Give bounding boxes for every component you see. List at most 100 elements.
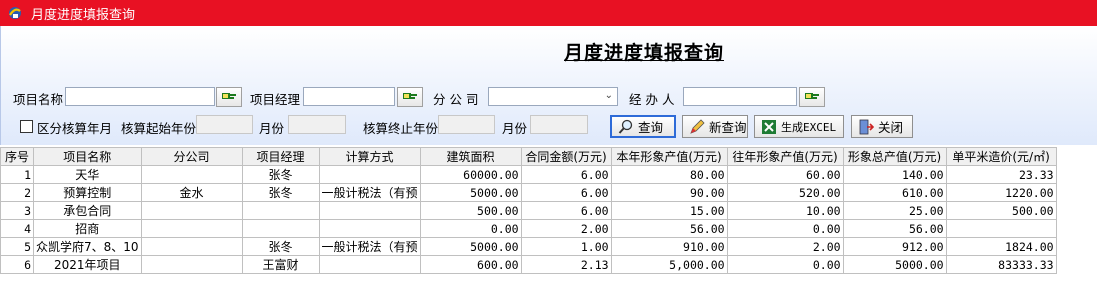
split-by-period-checkbox[interactable] [20,120,33,133]
table-cell[interactable]: 1824.00 [945,237,1057,256]
start-year-input[interactable] [196,115,253,134]
table-cell[interactable]: 0.00 [726,219,844,238]
column-header[interactable]: 往年形象产值(万元) [726,147,844,166]
table-cell[interactable]: 6.00 [520,183,612,202]
column-header[interactable]: 本年形象产值(万元) [610,147,728,166]
table-cell[interactable]: 3 [0,201,34,220]
handler-lookup-button[interactable] [799,87,825,107]
table-cell[interactable]: 500.00 [945,201,1057,220]
table-cell[interactable]: 520.00 [726,183,844,202]
table-cell[interactable]: 0.00 [726,255,844,274]
branch-select[interactable]: ⌄ [488,87,618,106]
table-cell[interactable]: 6.00 [520,201,612,220]
table-cell[interactable]: 张冬 [241,237,320,256]
table-cell[interactable]: 5000.00 [419,237,522,256]
table-cell[interactable]: 王富财 [241,255,320,274]
table-cell[interactable]: 610.00 [842,183,947,202]
end-year-input[interactable] [438,115,495,134]
table-cell[interactable]: 张冬 [241,183,320,202]
table-cell[interactable]: 2.00 [520,219,612,238]
column-header[interactable]: 序号 [0,147,34,166]
table-cell[interactable]: 金水 [140,183,243,202]
table-cell[interactable] [140,165,243,184]
table-cell[interactable]: 一般计税法（有预 [318,183,421,202]
table-cell[interactable]: 1220.00 [945,183,1057,202]
table-cell[interactable]: 80.00 [610,165,728,184]
table-row[interactable]: 5 众凯学府7、8、10 张冬 一般计税法（有预 5000.00 1.00 910.00 2.… [0,237,1057,256]
table-cell[interactable]: 912.00 [842,237,947,256]
column-header[interactable]: 单平米造价(元/㎡) [945,147,1057,166]
manager-lookup-button[interactable] [397,87,423,107]
close-button[interactable]: 关闭 [851,115,913,138]
table-cell[interactable]: 15.00 [610,201,728,220]
end-month-input[interactable] [530,115,588,134]
project-name-input[interactable] [65,87,215,106]
export-excel-button[interactable]: 生成EXCEL [754,115,844,138]
table-cell[interactable]: 招商 [33,219,142,238]
table-cell[interactable]: 1 [0,165,34,184]
table-cell[interactable]: 众凯学府7、8、10 [33,237,142,256]
table-cell[interactable] [140,201,243,220]
table-cell[interactable]: 一般计税法（有预 [318,237,421,256]
table-cell[interactable] [318,219,421,238]
table-cell[interactable] [140,219,243,238]
table-row[interactable]: 3 承包合同 500.00 6.00 15.00 10.00 25.00 500.00 [0,201,1057,220]
table-cell[interactable]: 0.00 [419,219,522,238]
results-table[interactable]: 序号 项目名称 分公司 项目经理 计算方式 建筑面积 合同金额(万元) 本年形象产值(万元) 往… [0,147,1057,274]
table-cell[interactable]: 140.00 [842,165,947,184]
table-cell[interactable] [140,255,243,274]
start-month-input[interactable] [288,115,346,134]
table-cell[interactable]: 600.00 [419,255,522,274]
table-cell[interactable]: 910.00 [610,237,728,256]
column-header[interactable]: 计算方式 [318,147,421,166]
table-cell[interactable] [241,201,320,220]
table-cell[interactable]: 6 [0,255,34,274]
table-cell[interactable]: 23.33 [945,165,1057,184]
table-cell[interactable] [318,201,421,220]
table-cell[interactable]: 张冬 [241,165,320,184]
table-cell[interactable]: 2.00 [726,237,844,256]
table-cell[interactable]: 2 [0,183,34,202]
table-cell[interactable]: 25.00 [842,201,947,220]
manager-input[interactable] [303,87,395,106]
table-cell[interactable]: 天华 [33,165,142,184]
table-cell[interactable]: 10.00 [726,201,844,220]
column-header[interactable]: 形象总产值(万元) [842,147,947,166]
table-cell[interactable]: 90.00 [610,183,728,202]
table-cell[interactable] [318,255,421,274]
query-button[interactable]: 查询 [610,115,676,138]
table-cell[interactable]: 56.00 [610,219,728,238]
table-cell[interactable]: 83333.33 [945,255,1057,274]
table-cell[interactable]: 60000.00 [419,165,522,184]
column-header[interactable]: 项目名称 [33,147,142,166]
table-cell[interactable]: 500.00 [419,201,522,220]
table-cell[interactable] [140,237,243,256]
table-cell[interactable]: 56.00 [842,219,947,238]
table-cell[interactable] [318,165,421,184]
table-row[interactable]: 6 2021年项目 王富财 600.00 2.13 5,000.00 0.00 5000.00… [0,255,1057,274]
table-cell[interactable]: 2021年项目 [33,255,142,274]
new-query-button[interactable]: 新查询 [682,115,748,138]
table-cell[interactable]: 承包合同 [33,201,142,220]
project-name-lookup-button[interactable] [216,87,242,107]
table-cell[interactable]: 5000.00 [842,255,947,274]
table-cell[interactable]: 预算控制 [33,183,142,202]
table-cell[interactable]: 6.00 [520,165,612,184]
column-header[interactable]: 合同金额(万元) [520,147,612,166]
table-row[interactable]: 4 招商 0.00 2.00 56.00 0.00 56.00 [0,219,1057,238]
table-cell[interactable]: 2.13 [520,255,612,274]
column-header[interactable]: 分公司 [140,147,243,166]
column-header[interactable]: 项目经理 [241,147,320,166]
column-header[interactable]: 建筑面积 [419,147,522,166]
table-cell[interactable] [945,219,1057,238]
table-row[interactable]: 1 天华 张冬 60000.00 6.00 80.00 60.00 140.00 23.33 [0,165,1057,184]
table-row[interactable]: 2 预算控制 金水 张冬 一般计税法（有预 5000.00 6.00 90.00 520.00 6… [0,183,1057,202]
table-cell[interactable]: 5000.00 [419,183,522,202]
table-cell[interactable]: 5 [0,237,34,256]
table-cell[interactable] [241,219,320,238]
table-cell[interactable]: 4 [0,219,34,238]
table-cell[interactable]: 5,000.00 [610,255,728,274]
table-cell[interactable]: 1.00 [520,237,612,256]
table-cell[interactable]: 60.00 [726,165,844,184]
handler-input[interactable] [683,87,797,106]
